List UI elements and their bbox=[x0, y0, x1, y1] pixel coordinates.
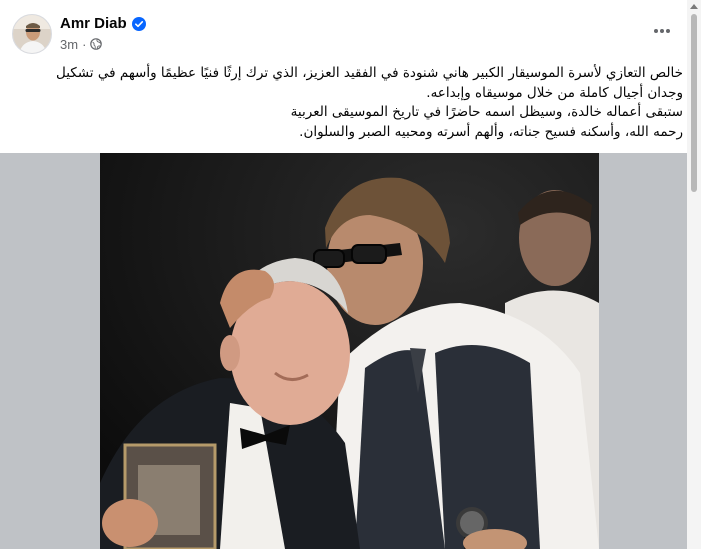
author-avatar[interactable] bbox=[12, 14, 52, 54]
avatar-image bbox=[13, 15, 51, 53]
post-text: خالص التعازي لأسرة الموسيقار الكبير هاني… bbox=[13, 64, 683, 142]
scrollbar-thumb[interactable] bbox=[691, 14, 697, 192]
meta-separator: · bbox=[82, 36, 87, 52]
post-text-line: وجدان أجيال كاملة من خلال موسيقاه وإبداع… bbox=[426, 84, 683, 101]
author-row: Amr Diab bbox=[60, 14, 146, 34]
verified-badge-icon bbox=[131, 17, 146, 31]
facebook-post: Amr Diab 3m · خالص التعازي لأسرة الموسيق… bbox=[0, 0, 701, 549]
post-text-line: رحمه الله، وأسكنه فسيح جناته، وألهم أسرت… bbox=[299, 123, 683, 140]
post-text-line: خالص التعازي لأسرة الموسيقار الكبير هاني… bbox=[56, 65, 683, 81]
post-photo[interactable] bbox=[100, 153, 599, 549]
post-media[interactable] bbox=[0, 153, 701, 549]
post-text-line: ستبقى أعماله خالدة، وسيظل اسمه حاضرًا في… bbox=[290, 104, 683, 120]
more-options-button[interactable] bbox=[649, 20, 675, 42]
more-options-icon bbox=[654, 29, 670, 33]
post-meta: 3m · bbox=[60, 36, 103, 52]
scroll-up-arrow-icon[interactable] bbox=[690, 4, 698, 9]
author-name[interactable]: Amr Diab bbox=[60, 14, 127, 34]
globe-icon[interactable] bbox=[90, 38, 103, 50]
post-header: Amr Diab 3m · bbox=[0, 0, 701, 62]
photo-image bbox=[100, 153, 599, 549]
scrollbar[interactable] bbox=[687, 0, 701, 549]
post-timestamp[interactable]: 3m bbox=[60, 37, 78, 52]
